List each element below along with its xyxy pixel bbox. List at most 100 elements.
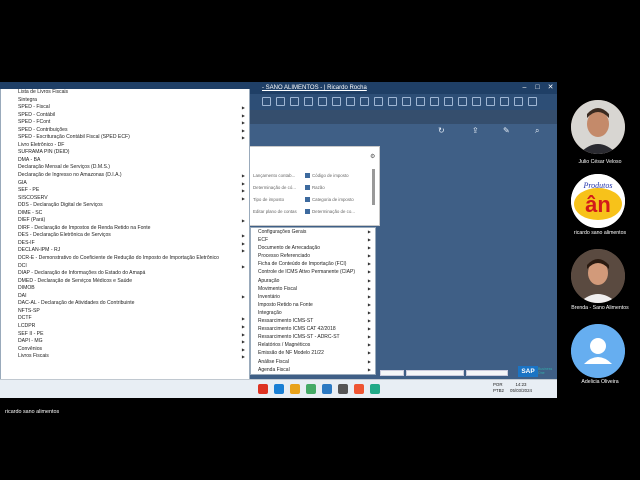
menu-item[interactable]: DAI ▶ [1, 293, 249, 301]
menu-item[interactable]: Ressarcimento ICMS-ST - ADRC-ST ▶ [251, 333, 375, 341]
toolbar-icon[interactable] [346, 97, 355, 106]
refresh-icon[interactable]: ↻ [438, 126, 445, 136]
menu-item[interactable]: SPED - Contribuições ▶ [1, 127, 249, 135]
sap-app-icon[interactable] [322, 384, 332, 394]
app-icon[interactable] [338, 384, 348, 394]
toolbar-icon[interactable] [318, 97, 327, 106]
menu-item[interactable]: DIAP - Declaração de Informações do Esta… [1, 270, 249, 278]
folder-icon[interactable] [290, 384, 300, 394]
menu-item[interactable]: SPED - Contábil ▶ [1, 112, 249, 120]
menu-item[interactable]: Livro Eletrônico - DF [1, 142, 249, 150]
widget-link[interactable]: Razão [305, 185, 325, 191]
menu-item[interactable]: SISCOSERV ▶ [1, 195, 249, 203]
toolbar-icon[interactable] [430, 97, 439, 106]
menu-item[interactable]: Sintegra [1, 97, 249, 105]
menu-item[interactable]: Integração ▶ [251, 309, 375, 317]
menu-item[interactable]: ECF ▶ [251, 236, 375, 244]
menu-item[interactable]: GIA ▶ [1, 180, 249, 188]
widget-link[interactable]: Lançamento contab... [253, 173, 295, 178]
app-icon[interactable] [258, 384, 268, 394]
widget-link[interactable]: Categoria de imposto [305, 197, 354, 203]
menu-item[interactable]: DAC-AL - Declaração de Atividades do Con… [1, 300, 249, 308]
menu-item[interactable]: Lista de Livros Fiscais [1, 89, 249, 97]
menu-item[interactable]: DDS - Declaração Digital de Serviços [1, 202, 249, 210]
menu-item[interactable]: DMA - BA [1, 157, 249, 165]
menu-item[interactable]: Livros Fiscais ▶ [1, 353, 249, 361]
scrollbar[interactable] [372, 169, 375, 205]
menu-item[interactable]: DES-IF ▶ [1, 240, 249, 248]
toolbar-icon[interactable] [332, 97, 341, 106]
toolbar-icon[interactable] [416, 97, 425, 106]
menu-item[interactable]: Processo Referenciado ▶ [251, 252, 375, 260]
menu-item[interactable]: Ficha de Conteúdo de Importação (FCI) ▶ [251, 260, 375, 268]
search-icon[interactable]: ⌕ [535, 126, 539, 136]
menu-item[interactable]: Documento de Arrecadação ▶ [251, 244, 375, 252]
export-icon[interactable]: ⇪ [472, 126, 479, 136]
widget-link[interactable]: Determinação de có... [253, 185, 296, 190]
toolbar-icon[interactable] [374, 97, 383, 106]
menu-item[interactable]: SPED - Fiscal ▶ [1, 104, 249, 112]
toolbar-icon[interactable] [304, 97, 313, 106]
close-icon[interactable]: ✕ [546, 83, 555, 92]
toolbar-icon[interactable] [276, 97, 285, 106]
toolbar-icon[interactable] [486, 97, 495, 106]
menu-item[interactable]: DCTF ▶ [1, 315, 249, 323]
menu-item[interactable]: Declaração de Ingresso no Amazonas (D.I.… [1, 172, 249, 180]
widget-link[interactable]: Tipo de imposto [253, 197, 284, 202]
menu-item[interactable]: Análise Fiscal ▶ [251, 358, 375, 366]
menu-item[interactable]: SEF II - PE ▶ [1, 331, 249, 339]
menu-item[interactable]: DECLAN-IPM - RJ ▶ [1, 247, 249, 255]
menu-item[interactable]: DAPI - MG ▶ [1, 338, 249, 346]
widget-link[interactable]: Editar plano de contas [253, 209, 297, 214]
toolbar-icon[interactable] [458, 97, 467, 106]
toolbar-icon[interactable] [360, 97, 369, 106]
menu-item[interactable]: Ressarcimento ICMS-ST ▶ [251, 317, 375, 325]
menu-item[interactable]: Controle de ICMS Ativo Permanente (CIAP)… [251, 268, 375, 276]
system-clock[interactable]: 14:23 05/03/2024 [510, 382, 532, 394]
toolbar-icon[interactable] [500, 97, 509, 106]
pencil-icon[interactable]: ✎ [503, 126, 510, 136]
menu-item[interactable]: Convênios ▶ [1, 346, 249, 354]
menu-item[interactable]: DES - Declaração Eletrônica de Serviços ▶ [1, 232, 249, 240]
app-icon[interactable] [370, 384, 380, 394]
toolbar-icon[interactable] [528, 97, 537, 106]
menu-item[interactable]: DIEF (Pará) ▶ [1, 217, 249, 225]
menu-item[interactable]: DMED - Declaração de Serviços Médicos e … [1, 278, 249, 286]
menu-item[interactable]: Inventário ▶ [251, 293, 375, 301]
menu-item[interactable]: DCI ▶ [1, 263, 249, 271]
menu-item[interactable]: NFTS-SP [1, 308, 249, 316]
widget-link[interactable]: Determinação de co... [305, 209, 355, 215]
menu-item[interactable]: LCDPR ▶ [1, 323, 249, 331]
toolbar-icon[interactable] [472, 97, 481, 106]
menu-item[interactable]: Configurações Gerais ▶ [251, 228, 375, 236]
menu-item[interactable]: SPED - FCont ▶ [1, 119, 249, 127]
menu-item[interactable]: Agenda Fiscal ▶ [251, 366, 375, 374]
toolbar-icon[interactable] [262, 97, 271, 106]
app-icon[interactable] [306, 384, 316, 394]
menu-item[interactable]: Movimento Fiscal ▶ [251, 285, 375, 293]
wrench-icon[interactable]: ⚙ [370, 153, 375, 160]
menu-item[interactable]: DIMOB [1, 285, 249, 293]
menu-item[interactable]: SEF - PE ▶ [1, 187, 249, 195]
menu-item[interactable]: Apuração ▶ [251, 277, 375, 285]
menu-item[interactable]: DIME - SC [1, 210, 249, 218]
edge-icon[interactable] [274, 384, 284, 394]
toolbar-icon[interactable] [388, 97, 397, 106]
menu-item[interactable]: Declaração Mensal de Serviços (D.M.S.) [1, 164, 249, 172]
menu-item[interactable]: DIRF - Declaração de Impostos de Renda R… [1, 225, 249, 233]
app-icon[interactable] [354, 384, 364, 394]
minimize-icon[interactable]: – [520, 83, 529, 92]
toolbar-icon[interactable] [444, 97, 453, 106]
language-indicator[interactable]: POR PTB2 [493, 382, 504, 394]
menu-item[interactable]: Ressarcimento ICMS CAT 42/2018 ▶ [251, 325, 375, 333]
toolbar-icon[interactable] [402, 97, 411, 106]
menu-item[interactable]: SUFRAMA PIN (DEID) [1, 149, 249, 157]
menu-item[interactable]: Relatórios / Magnéticos ▶ [251, 341, 375, 349]
widget-link[interactable]: Código de imposto [305, 173, 349, 179]
toolbar-icon[interactable] [514, 97, 523, 106]
menu-item[interactable]: Emissão de NF Modelo 21/22 ▶ [251, 349, 375, 357]
menu-item[interactable]: Imposto Retido na Fonte ▶ [251, 301, 375, 309]
menu-item[interactable]: DCR-E - Demonstrativo do Coeficiente de … [1, 255, 249, 263]
menu-item[interactable]: SPED - Escrituração Contábil Fiscal (SPE… [1, 134, 249, 142]
toolbar-icon[interactable] [290, 97, 299, 106]
